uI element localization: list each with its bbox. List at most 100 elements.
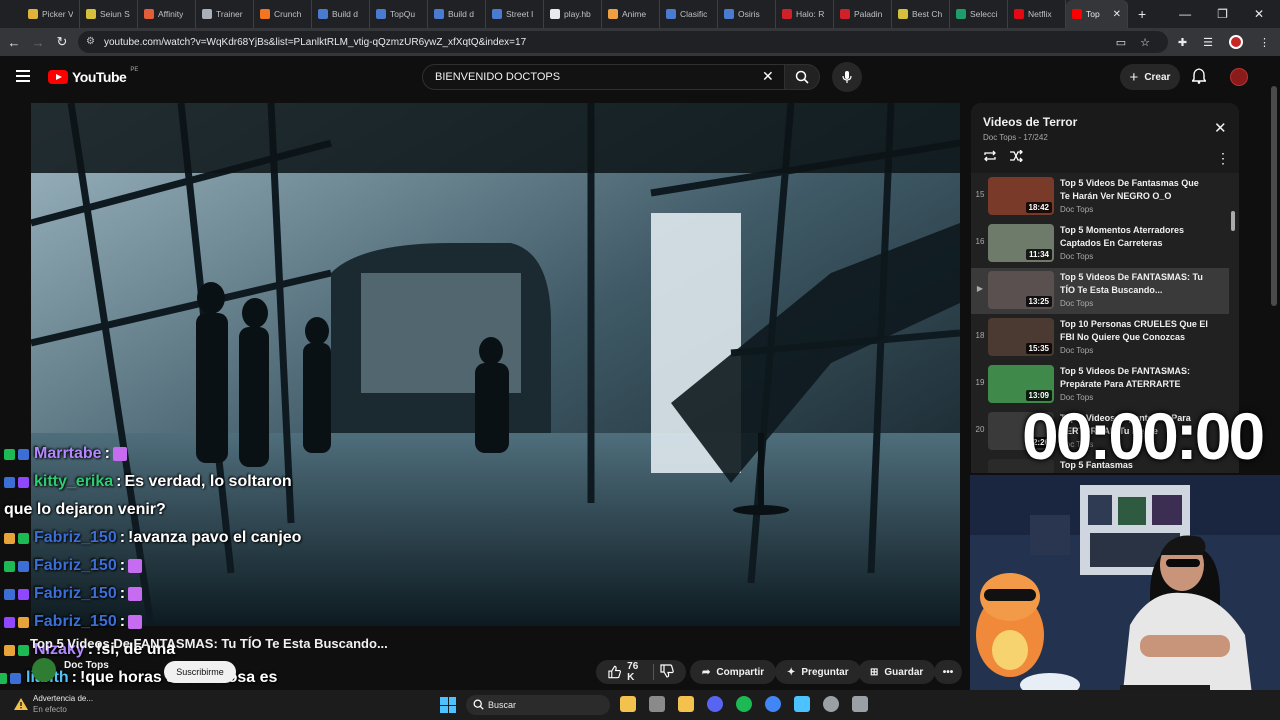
weather-title[interactable]: Advertencia de... (33, 694, 93, 703)
playlist-item[interactable]: 18 15:35 Top 10 Personas CRUELES Que El FB… (971, 315, 1229, 361)
tab-favicon-icon (840, 9, 850, 19)
browser-tab[interactable]: Best Ch (892, 0, 950, 28)
taskbar-files-icon[interactable] (678, 696, 694, 712)
browser-tab[interactable]: Build d (312, 0, 370, 28)
browser-tab[interactable]: Street I (486, 0, 544, 28)
playlist-more-icon[interactable]: ⋮ (1216, 150, 1230, 167)
browser-tab[interactable]: Trainer (196, 0, 254, 28)
save-button[interactable]: ⊞ Guardar (858, 660, 936, 684)
playlist-item-title[interactable]: Top 10 Personas CRUELES Que El FBI No Qu… (1060, 318, 1210, 344)
chat-badge-icon (18, 532, 29, 544)
browser-tab[interactable]: Picker V (22, 0, 80, 28)
playlist-item[interactable]: 15 18:42 Top 5 Videos De Fantasmas Que Te … (971, 174, 1229, 220)
bookmark-icon[interactable]: ☆ (1140, 36, 1150, 49)
reading-list-icon[interactable]: ☰ (1203, 36, 1213, 49)
like-button[interactable]: 76 K (608, 661, 647, 683)
playlist-title[interactable]: Videos de Terror (983, 115, 1077, 129)
chat-text: Es verdad, lo soltaron (124, 473, 292, 490)
browser-menu-icon[interactable]: ⋮ (1259, 36, 1270, 49)
playlist-item-thumbnail[interactable]: 11:34 (988, 224, 1054, 262)
playlist-item-title[interactable]: Top 5 Videos De FANTASMAS: Tu TÍO Te Est… (1060, 271, 1210, 297)
browser-tab[interactable]: Seiun S (80, 0, 138, 28)
chat-emote-icon (128, 615, 143, 629)
close-window-icon[interactable]: ✕ (1254, 7, 1264, 21)
minimize-icon[interactable]: — (1179, 7, 1191, 21)
browser-tab[interactable]: Netflix (1008, 0, 1066, 28)
browser-toolbar: ← → ↻ ⚙ youtube.com/watch?v=WqKdr68YjBs&… (0, 28, 1280, 56)
more-actions-button[interactable]: ••• (934, 660, 962, 684)
taskbar-search[interactable]: Buscar (466, 695, 610, 715)
site-info-icon[interactable]: ⚙ (86, 36, 95, 47)
new-tab-icon[interactable]: + (1128, 6, 1156, 22)
youtube-logo[interactable]: YouTube PE (48, 67, 138, 85)
browser-tab[interactable]: TopQu (370, 0, 428, 28)
chat-username: Fabriz_150 (34, 557, 117, 574)
search-input[interactable]: BIENVENIDO DOCTOPS (422, 64, 784, 90)
taskbar-notes-icon[interactable] (794, 696, 810, 712)
forward-icon[interactable]: → (26, 35, 50, 50)
taskbar-discord-icon[interactable] (707, 696, 723, 712)
playlist-item[interactable]: 16 11:34 Top 5 Momentos Aterradores Captad… (971, 221, 1229, 267)
browser-tab[interactable]: Halo: R (776, 0, 834, 28)
cast-icon[interactable]: ▭ (1116, 36, 1126, 49)
playlist-item-title[interactable]: Top 5 Momentos Aterradores Captados En C… (1060, 224, 1210, 250)
browser-tab[interactable]: Paladin (834, 0, 892, 28)
clear-search-icon[interactable]: ✕ (762, 68, 774, 85)
browser-tab[interactable]: Build d (428, 0, 486, 28)
create-button[interactable]: + Crear (1120, 64, 1180, 90)
reload-icon[interactable]: ↻ (50, 34, 74, 50)
browser-tab[interactable]: Clasific (660, 0, 718, 28)
youtube-header: YouTube PE BIENVENIDO DOCTOPS ✕ + Crear (0, 56, 1268, 98)
tab-favicon-icon (28, 9, 38, 19)
browser-tab[interactable]: Selecci (950, 0, 1008, 28)
channel-name[interactable]: Doc Tops (64, 660, 109, 671)
ask-button[interactable]: ✦ Preguntar (775, 660, 861, 684)
browser-tab[interactable]: Anime (602, 0, 660, 28)
address-bar[interactable]: ⚙ youtube.com/watch?v=WqKdr68YjBs&list=P… (78, 31, 1168, 53)
stream-timer: 00:00:00 (1022, 399, 1265, 473)
taskbar-steam-icon[interactable] (823, 696, 839, 712)
playlist-scrollbar-thumb[interactable] (1231, 211, 1235, 231)
windows-start-icon[interactable] (440, 697, 456, 713)
browser-tab[interactable]: Osiris (718, 0, 776, 28)
taskbar-chrome-icon[interactable] (765, 696, 781, 712)
close-playlist-icon[interactable]: ✕ (1214, 119, 1227, 137)
share-button[interactable]: ➦ Compartir (690, 660, 777, 684)
tab-label: Anime (622, 9, 647, 19)
playlist-item-thumbnail[interactable]: 13:25 (988, 271, 1054, 309)
close-tab-icon[interactable]: ✕ (1113, 9, 1121, 20)
profile-avatar[interactable] (1229, 35, 1243, 49)
page-scrollbar-thumb[interactable] (1271, 86, 1277, 306)
browser-tab[interactable]: Affinity (138, 0, 196, 28)
playlist-item-thumbnail[interactable]: 18:42 (988, 177, 1054, 215)
account-avatar[interactable] (1230, 68, 1248, 86)
browser-tab[interactable]: play.hb (544, 0, 602, 28)
back-icon[interactable]: ← (2, 35, 26, 50)
playlist-item-thumbnail[interactable]: 15:35 (988, 318, 1054, 356)
shuffle-icon[interactable] (1009, 149, 1023, 167)
dislike-button[interactable] (660, 663, 674, 681)
menu-icon[interactable] (16, 70, 30, 82)
taskbar-explorer-icon[interactable] (620, 696, 636, 712)
notifications-button[interactable] (1191, 68, 1207, 89)
taskbar-taskview-icon[interactable] (649, 696, 665, 712)
warning-icon[interactable] (14, 698, 28, 710)
subscribe-button[interactable]: Suscribirme (164, 661, 236, 683)
browser-tab[interactable]: Top ✕ (1066, 0, 1128, 28)
tab-favicon-icon (956, 9, 966, 19)
voice-search-button[interactable] (832, 62, 862, 92)
tab-favicon-icon (492, 9, 502, 19)
maximize-icon[interactable]: ❐ (1217, 7, 1228, 21)
playlist-item-title[interactable]: Top 5 Videos De FANTASMAS: Prepárate Par… (1060, 365, 1210, 391)
tab-label: Seiun S (100, 9, 130, 19)
search-button[interactable] (784, 64, 820, 90)
extensions-icon[interactable]: ✚ (1178, 36, 1187, 49)
playlist-item-title[interactable]: Top 5 Videos De Fantasmas Que Te Harán V… (1060, 177, 1210, 203)
taskbar-spotify-icon[interactable] (736, 696, 752, 712)
playlist-item[interactable]: ▶ 13:25 Top 5 Videos De FANTASMAS: Tu TÍO … (971, 268, 1229, 314)
taskbar-calculator-icon[interactable] (852, 696, 868, 712)
tab-label: Street I (506, 9, 534, 19)
browser-tab[interactable]: Crunch (254, 0, 312, 28)
loop-icon[interactable] (983, 149, 997, 167)
channel-avatar[interactable] (32, 658, 56, 682)
